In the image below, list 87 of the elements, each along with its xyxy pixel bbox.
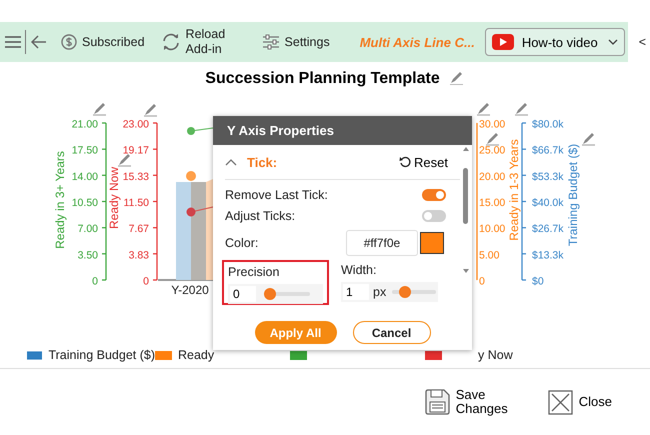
- axis-title: Ready in 1-3 Years: [507, 139, 522, 241]
- pencil-icon[interactable]: [118, 154, 131, 167]
- pencil-icon[interactable]: [515, 103, 528, 116]
- legend-label: Training Budget ($): [48, 348, 155, 362]
- axis-tick-label: 3.83: [128, 249, 149, 262]
- axis-tick-label: 14.00: [72, 170, 98, 183]
- axis-tick-label: 20.00: [479, 170, 506, 183]
- close-icon: [548, 390, 573, 414]
- dialog-title: Y Axis Properties: [227, 123, 334, 138]
- how-to-video-button[interactable]: How-to video: [484, 28, 625, 56]
- legend-swatch[interactable]: [290, 350, 307, 360]
- category-label: Y-2020: [171, 283, 209, 297]
- axis-tick-label: 23.00: [122, 118, 149, 130]
- width-slider[interactable]: [392, 286, 436, 298]
- reset-icon: [399, 156, 412, 168]
- close-button[interactable]: Close: [548, 390, 612, 414]
- reset-button[interactable]: Reset: [399, 154, 448, 170]
- axis-tick-label: 10.00: [479, 223, 506, 236]
- axis-tick-label: 5.00: [479, 249, 500, 262]
- collapse-toggle[interactable]: <: [638, 35, 646, 49]
- axis-tick-label: 0: [92, 276, 98, 288]
- legend-label: Ready: [178, 348, 214, 362]
- section-title: Tick:: [247, 154, 278, 170]
- color-field[interactable]: #ff7f0e: [346, 230, 418, 256]
- pencil-icon[interactable]: [486, 133, 499, 146]
- scrollbar[interactable]: [462, 146, 470, 274]
- axis-tick-label: 19.17: [122, 144, 149, 157]
- toggle-label: Adjust Ticks:: [225, 208, 296, 222]
- toggle-switch[interactable]: [422, 188, 446, 200]
- reload-button[interactable]: Reload Add-in: [160, 27, 226, 57]
- precision-label: Precision: [228, 265, 280, 279]
- axis-tick-label: $0: [532, 276, 544, 288]
- settings-icon: [262, 34, 280, 50]
- chevron-down-icon: [608, 39, 618, 45]
- axis-tick-label: 10.50: [72, 197, 98, 209]
- toggle-switch[interactable]: [422, 210, 446, 222]
- pencil-icon[interactable]: [582, 133, 595, 146]
- settings-button[interactable]: Settings: [262, 34, 330, 50]
- axis-tick-label: 21.00: [72, 118, 98, 130]
- toggle-label: Remove Last Tick:: [225, 188, 328, 202]
- axis-tick-label: 15.33: [122, 170, 149, 183]
- legend-swatch[interactable]: [27, 350, 42, 360]
- color-swatch[interactable]: [420, 232, 444, 254]
- axis-tick-label: 7.67: [128, 223, 149, 236]
- back-arrow-icon[interactable]: [31, 35, 47, 49]
- axis-tick-label: $53.3k: [532, 170, 564, 183]
- axis-tick-label: 15.00: [479, 197, 506, 209]
- pencil-icon[interactable]: [144, 104, 157, 117]
- legend-swatch[interactable]: [155, 350, 172, 360]
- axis-tick-label: 25.00: [479, 144, 506, 157]
- subscribed-button[interactable]: Subscribed: [61, 34, 145, 50]
- cancel-button[interactable]: Cancel: [352, 321, 430, 344]
- pencil-icon[interactable]: [450, 72, 463, 85]
- save-icon: [424, 389, 450, 415]
- legend-label: y Now: [478, 348, 513, 362]
- axis-tick-label: 11.50: [124, 197, 149, 209]
- play-icon: [492, 34, 514, 50]
- axis-tick-label: 0: [143, 276, 149, 288]
- axis-tick-label: $80.0k: [532, 118, 564, 130]
- legend-swatch[interactable]: [425, 350, 442, 360]
- axis-title: Ready Now: [107, 166, 122, 230]
- reload-icon: [160, 33, 181, 51]
- chart-title: Succession Planning Template: [205, 70, 440, 88]
- axis-tick-label: 17.50: [72, 144, 98, 157]
- axis-tick-label: $26.7k: [532, 223, 564, 236]
- color-label: Color:: [225, 236, 258, 250]
- axis-title: Ready in 3+ Years: [53, 151, 68, 249]
- precision-slider[interactable]: [264, 288, 310, 300]
- pencil-icon[interactable]: [93, 103, 106, 116]
- axis-tick-label: 30.00: [479, 118, 506, 130]
- axis-tick-label: $13.3k: [532, 249, 564, 262]
- axis-title: Training Budget ($): [566, 144, 580, 246]
- pencil-icon[interactable]: [477, 103, 490, 116]
- width-field[interactable]: 1: [343, 284, 369, 300]
- save-button[interactable]: Save Changes: [424, 388, 508, 416]
- axis-tick-label: 3.50: [78, 249, 98, 262]
- axis-tick-label: $40.0k: [532, 197, 564, 209]
- axis-tick-label: 7.00: [78, 223, 98, 236]
- precision-field[interactable]: 0: [230, 286, 256, 302]
- unit-label: px: [373, 285, 386, 299]
- width-label: Width:: [341, 263, 378, 277]
- dollar-icon: [61, 34, 77, 50]
- chevron-up-icon[interactable]: [225, 158, 237, 166]
- menu-icon[interactable]: [5, 35, 21, 49]
- axis-tick-label: $66.7k: [532, 144, 564, 157]
- axis-tick-label: 0: [479, 276, 485, 288]
- app-title: Multi Axis Line C...: [360, 34, 475, 50]
